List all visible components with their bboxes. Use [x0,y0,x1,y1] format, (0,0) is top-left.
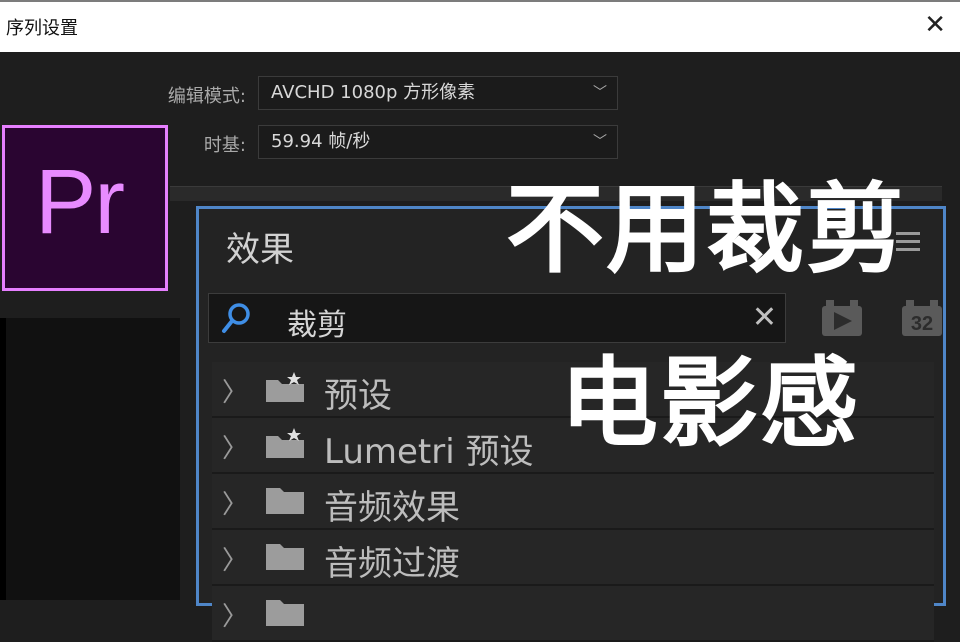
chevron-right-icon[interactable]: 〉 [222,372,248,409]
edit-mode-select[interactable]: AVCHD 1080p 方形像素 ﹀ [258,76,618,110]
logo-text: Pr [35,151,125,253]
left-panel-edge [0,318,6,600]
left-panel [0,318,180,600]
effects-panel-title: 效果 [226,230,294,270]
chevron-right-icon[interactable]: 〉 [222,428,248,465]
window-title: 序列设置 [6,18,78,39]
preset-folder-icon [266,428,304,458]
premiere-pro-logo: Pr [2,125,168,291]
preset-folder-icon [266,372,304,402]
tree-item-label: 音频过渡 [324,544,460,584]
tree-item-label: 音频效果 [324,488,460,528]
tree-item-label: 预设 [324,376,392,416]
folder-icon [266,600,304,626]
folder-icon [266,488,304,514]
tree-item-label: Lumetri 预设 [324,432,534,472]
edit-mode-value: AVCHD 1080p 方形像素 [271,82,476,103]
chevron-right-icon[interactable]: 〉 [222,540,248,577]
tree-item-audio-effects[interactable]: 〉 音频效果 [212,474,934,530]
tree-item-partial[interactable]: 〉 [212,586,934,642]
close-icon[interactable]: ✕ [924,10,946,40]
chevron-down-icon: ﹀ [593,85,607,101]
search-icon [222,303,250,333]
folder-icon [266,544,304,570]
chevron-right-icon[interactable]: 〉 [222,596,248,633]
tree-item-audio-transitions[interactable]: 〉 音频过渡 [212,530,934,586]
chevron-right-icon[interactable]: 〉 [222,484,248,521]
32bit-icon[interactable]: 32 [900,298,944,338]
overlay-caption-line1: 不用裁剪 [506,172,907,287]
svg-text:32: 32 [911,313,933,335]
window-titlebar: 序列设置 ✕ [0,0,960,52]
edit-mode-label: 编辑模式: [167,86,246,107]
timebase-value: 59.94 帧/秒 [271,131,371,152]
overlay-caption-line2: 电影感 [560,346,861,461]
search-query: 裁剪 [287,308,347,343]
